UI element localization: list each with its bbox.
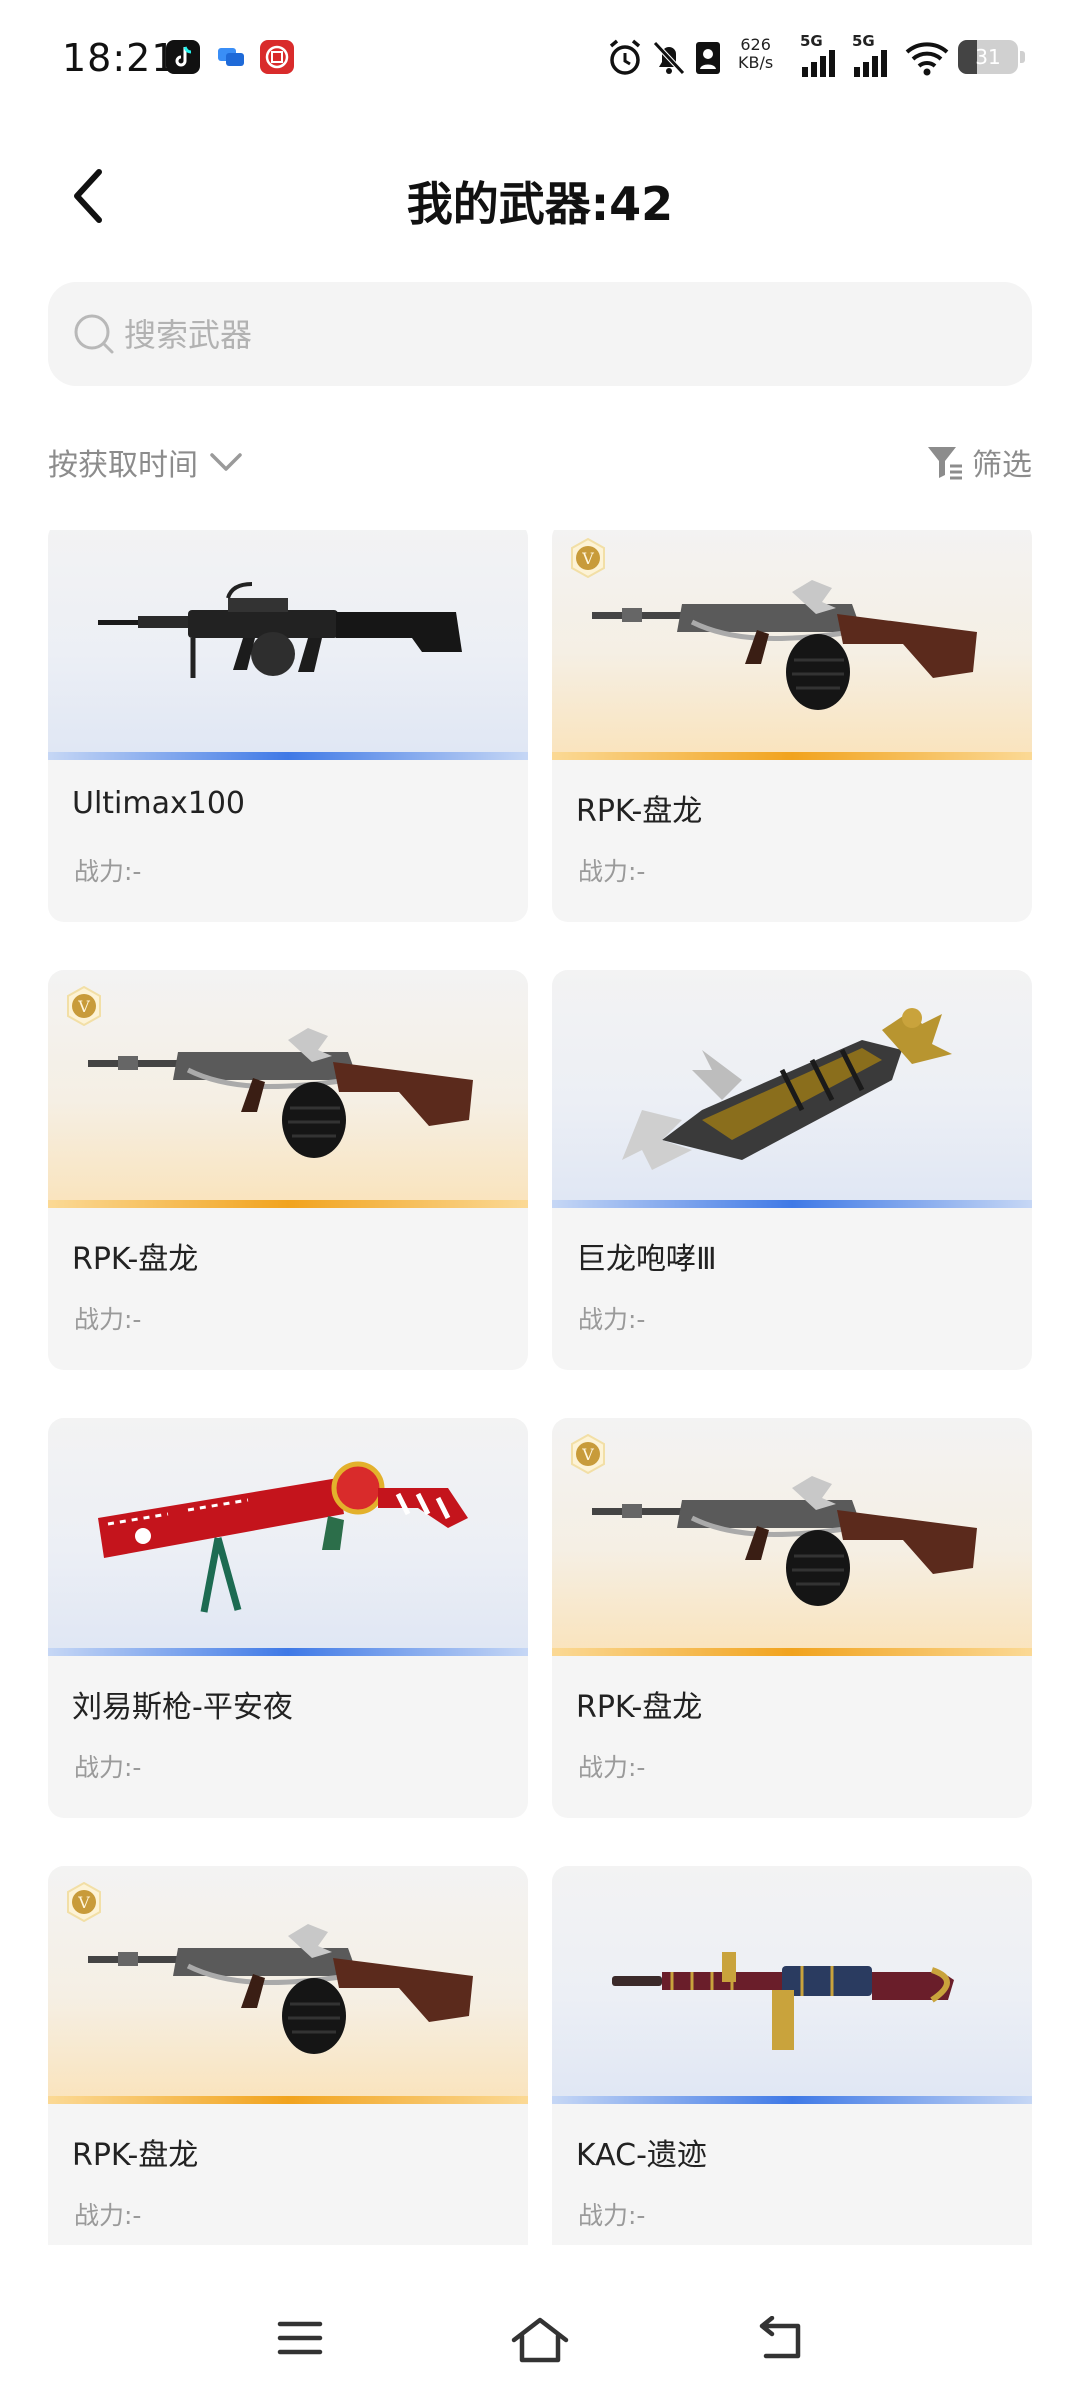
weapon-card[interactable]: V RPK-盘龙战力:- xyxy=(552,530,1032,922)
rarity-bar xyxy=(552,752,1032,760)
vip-badge-letter: V xyxy=(581,1445,594,1464)
dragon-cannon-icon xyxy=(582,990,1002,1190)
weapon-name: RPK-盘龙 xyxy=(576,794,703,829)
weapon-power: 战力:- xyxy=(74,1753,142,1782)
filter-button[interactable]: 筛选 xyxy=(926,440,1032,484)
bank-app-icon xyxy=(260,40,294,74)
status-time: 18:21 xyxy=(62,36,177,80)
weapon-card[interactable]: V RPK-盘龙战力:- xyxy=(552,1418,1032,1818)
rarity-bar xyxy=(48,752,528,760)
weapon-card[interactable]: V RPK-盘龙战力:- xyxy=(48,1866,528,2245)
vip-badge-icon: V xyxy=(64,1881,104,1923)
weapon-grid: Ultimax100 战力:- V RPK-盘龙 战力:- V RPK-盘龙 战力:- 巨龙咆哮… xyxy=(48,530,1032,2245)
status-bar: 18:21 626 KB/s 5G 5G 31 xyxy=(0,0,1080,118)
weapon-name: RPK-盘龙 xyxy=(72,2138,199,2173)
lewis-gun-christmas-icon xyxy=(78,1438,498,1638)
weapon-power: 战力:- xyxy=(578,857,646,886)
alarm-icon xyxy=(606,38,644,78)
rarity-bar xyxy=(552,1648,1032,1656)
chevron-down-icon xyxy=(210,453,242,471)
weapon-power: 战力:- xyxy=(74,857,142,886)
vip-badge-icon: V xyxy=(568,537,608,579)
weapon-card[interactable]: KAC-遗迹战力:- xyxy=(552,1866,1032,2245)
home-icon xyxy=(511,2317,569,2363)
rarity-bar xyxy=(48,1648,528,1656)
rpk-dragon-rifle-icon xyxy=(78,990,498,1190)
filter-icon xyxy=(928,447,962,480)
weapon-power: 战力:- xyxy=(578,2201,646,2230)
weapon-power: 战力:- xyxy=(578,1305,646,1334)
sort-dropdown[interactable]: 按获取时间 xyxy=(48,440,244,484)
signal-5g-icon: 5G xyxy=(800,32,840,77)
rarity-bar xyxy=(48,2096,528,2104)
vip-badge-icon: V xyxy=(64,985,104,1027)
weapon-power: 战力:- xyxy=(74,2201,142,2230)
weapon-name: 刘易斯枪-平安夜 xyxy=(72,1690,293,1725)
menu-nav-button[interactable] xyxy=(276,2316,324,2364)
ultimax-rifle-icon xyxy=(78,542,498,742)
weapon-card[interactable]: Ultimax100 战力:- xyxy=(48,530,528,922)
back-nav-button[interactable] xyxy=(756,2315,806,2368)
vip-badge-letter: V xyxy=(77,997,90,1016)
page-title: 我的武器:42 xyxy=(406,177,674,231)
weapon-name: RPK-盘龙 xyxy=(576,1690,703,1725)
menu-icon xyxy=(277,2321,323,2355)
rpk-dragon-rifle-icon xyxy=(78,1886,498,2086)
weapon-name: RPK-盘龙 xyxy=(72,1242,199,1277)
signal-5g-label: 5G xyxy=(800,32,823,50)
tiktok-app-icon xyxy=(166,40,200,74)
weapon-grid-inner: Ultimax100 战力:- V RPK-盘龙 战力:- V RPK-盘龙 战力:- 巨龙咆哮… xyxy=(48,530,1032,2245)
signal-5g-label-2: 5G xyxy=(852,32,875,50)
filter-label: 筛选 xyxy=(972,448,1032,483)
battery-tip xyxy=(1020,51,1025,63)
contact-card-icon xyxy=(694,38,722,78)
weapon-name: KAC-遗迹 xyxy=(576,2138,707,2173)
search-icon xyxy=(74,314,114,354)
weapon-card[interactable]: 刘易斯枪-平安夜战力:- xyxy=(48,1418,528,1818)
weapon-power: 战力:- xyxy=(578,1753,646,1782)
vip-badge-letter: V xyxy=(581,549,594,568)
rarity-bar xyxy=(48,1200,528,1208)
signal-5g-icon-2: 5G xyxy=(852,32,892,77)
vip-badge-icon: V xyxy=(568,1433,608,1475)
net-speed-value: 626 xyxy=(740,35,771,54)
wifi-icon xyxy=(904,38,950,78)
search-input[interactable] xyxy=(122,302,1006,368)
weapon-name: 巨龙咆哮Ⅲ xyxy=(576,1242,717,1277)
weapon-name: Ultimax100 xyxy=(72,786,246,821)
system-nav-bar xyxy=(0,2300,1080,2380)
vip-badge-letter: V xyxy=(77,1893,90,1912)
net-speed-unit: KB/s xyxy=(738,53,774,72)
battery-icon: 31 xyxy=(958,40,1018,74)
chat-app-icon xyxy=(214,40,248,74)
battery-level: 31 xyxy=(975,45,1001,69)
home-nav-button[interactable] xyxy=(510,2316,570,2368)
return-icon xyxy=(759,2315,801,2359)
rpk-dragon-rifle-icon xyxy=(582,1438,1002,1638)
rpk-dragon-rifle-icon xyxy=(582,542,1002,742)
weapon-power: 战力:- xyxy=(74,1305,142,1334)
mute-bell-icon xyxy=(650,38,688,78)
rarity-bar xyxy=(552,2096,1032,2104)
weapon-card[interactable]: V RPK-盘龙战力:- xyxy=(48,970,528,1370)
sort-label: 按获取时间 xyxy=(48,448,198,483)
kac-relic-rifle-icon xyxy=(582,1886,1002,2086)
net-speed: 626 KB/s xyxy=(738,36,773,72)
search-bar[interactable] xyxy=(48,282,1032,386)
rarity-bar xyxy=(552,1200,1032,1208)
weapon-card[interactable]: 巨龙咆哮Ⅲ 战力:- xyxy=(552,970,1032,1370)
